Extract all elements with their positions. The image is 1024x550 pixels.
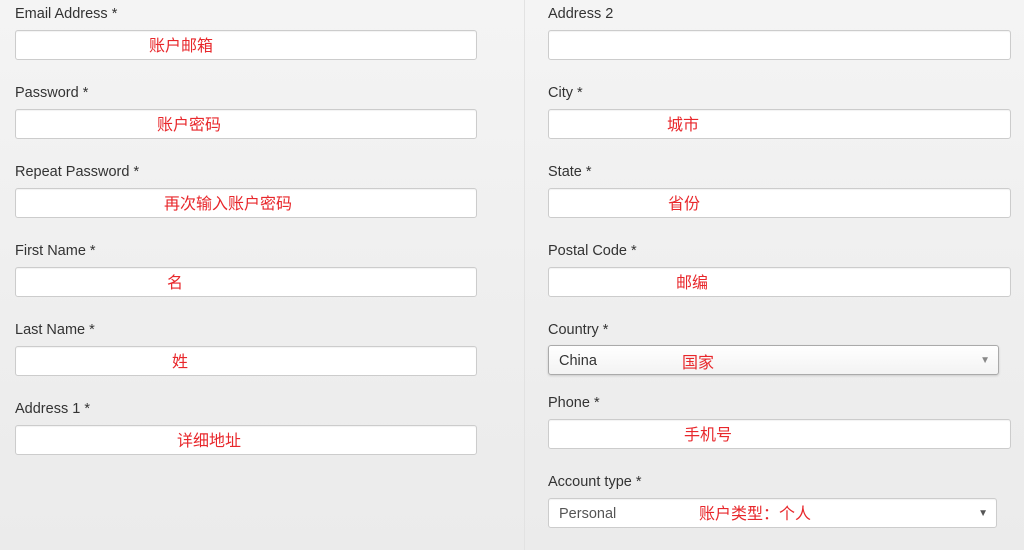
state-label: State * <box>548 164 592 180</box>
last-name-label: Last Name * <box>15 322 95 338</box>
repeat-password-input[interactable]: 再次输入账户密码 <box>15 188 477 218</box>
email-annotation: 账户邮箱 <box>149 36 214 55</box>
city-label: City * <box>548 85 583 101</box>
country-selected-value: China <box>559 353 597 369</box>
password-input[interactable]: 账户密码 <box>15 109 477 139</box>
first-name-label: First Name * <box>15 243 96 259</box>
postal-code-label: Postal Code * <box>548 243 637 259</box>
country-annotation: 国家 <box>682 353 715 372</box>
column-divider <box>524 0 525 550</box>
address2-label: Address 2 <box>548 6 614 22</box>
phone-annotation: 手机号 <box>684 425 733 444</box>
address1-label: Address 1 * <box>15 401 90 417</box>
repeat-password-annotation: 再次输入账户密码 <box>164 194 293 213</box>
state-input[interactable]: 省份 <box>548 188 1011 218</box>
last-name-input[interactable]: 姓 <box>15 346 477 376</box>
phone-label: Phone * <box>548 395 600 411</box>
password-annotation: 账户密码 <box>157 115 222 134</box>
email-label: Email Address * <box>15 6 118 22</box>
email-input[interactable]: 账户邮箱 <box>15 30 477 60</box>
country-select[interactable]: China 国家 ▼ <box>548 345 999 375</box>
address1-input[interactable]: 详细地址 <box>15 425 477 455</box>
account-type-select[interactable]: Personal 账户类型：个人 ▼ <box>548 498 997 528</box>
postal-code-input[interactable]: 邮编 <box>548 267 1011 297</box>
password-label: Password * <box>15 85 89 101</box>
phone-input[interactable]: 手机号 <box>548 419 1011 449</box>
repeat-password-label: Repeat Password * <box>15 164 140 180</box>
caret-down-icon: ▼ <box>978 508 988 519</box>
account-type-label: Account type * <box>548 474 642 490</box>
city-input[interactable]: 城市 <box>548 109 1011 139</box>
first-name-input[interactable]: 名 <box>15 267 477 297</box>
first-name-annotation: 名 <box>167 273 184 292</box>
caret-down-icon: ▼ <box>980 355 990 366</box>
account-type-annotation: 账户类型：个人 <box>699 504 812 523</box>
postal-code-annotation: 邮编 <box>676 273 709 292</box>
address1-annotation: 详细地址 <box>177 431 242 450</box>
city-annotation: 城市 <box>667 115 700 134</box>
address2-input[interactable] <box>548 30 1011 60</box>
country-label: Country * <box>548 322 609 338</box>
last-name-annotation: 姓 <box>172 352 189 371</box>
account-type-selected-value: Personal <box>559 506 617 522</box>
state-annotation: 省份 <box>668 194 701 213</box>
